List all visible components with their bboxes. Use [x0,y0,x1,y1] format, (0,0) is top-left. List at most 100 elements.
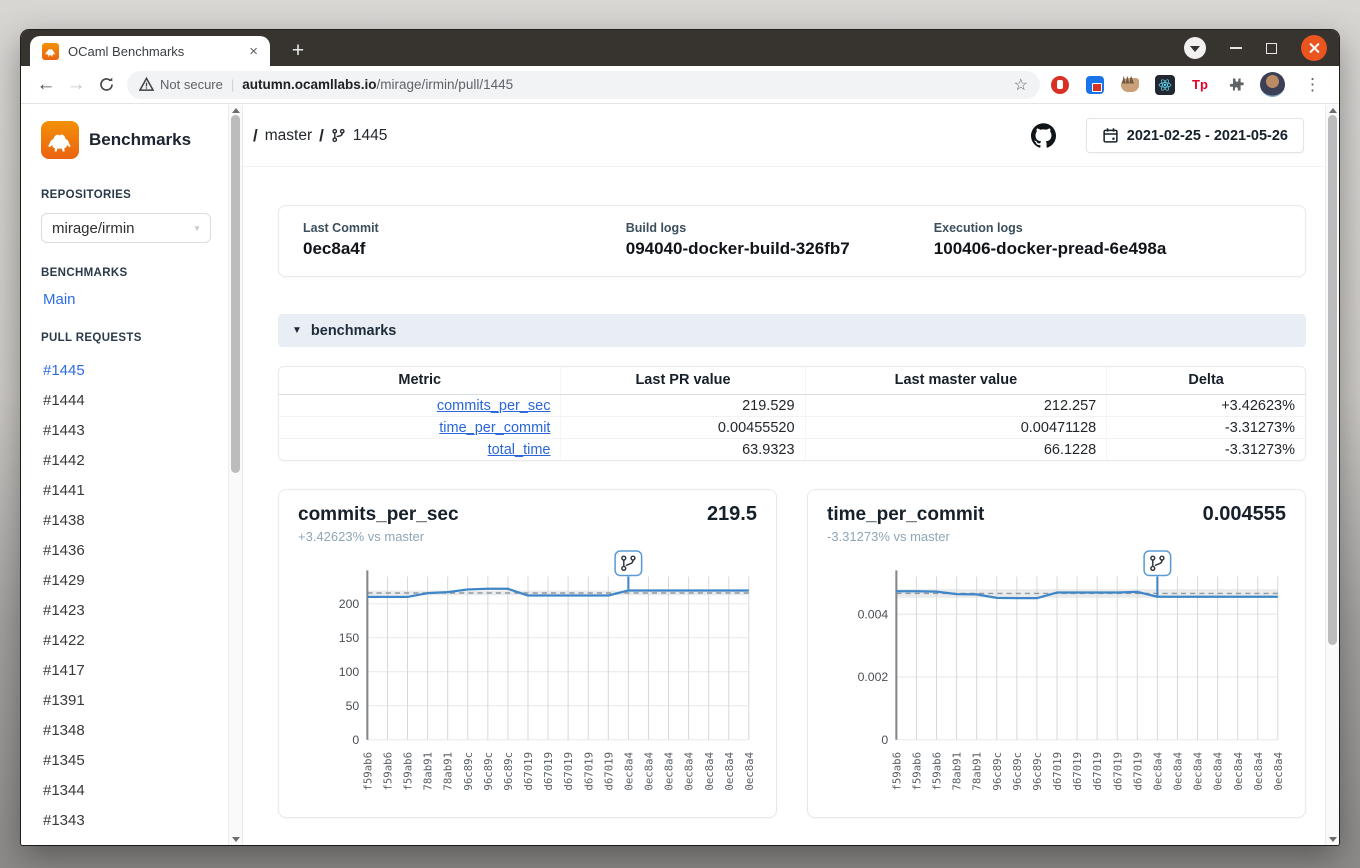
url-separator: | [231,77,234,92]
profile-avatar[interactable] [1260,72,1285,97]
refresh-button[interactable] [91,74,121,96]
not-secure-label[interactable]: Not secure [160,77,223,92]
chevron-down-icon: ▼ [193,224,201,233]
metrics-table-body: commits_per_sec219.529212.257+3.42623%ti… [279,395,1305,461]
browser-window: OCaml Benchmarks × + ← → Not secure | au… [21,30,1339,845]
forward-button[interactable]: → [61,74,91,96]
svg-text:96c89c: 96c89c [1011,752,1024,791]
scroll-up-icon[interactable] [232,108,240,113]
svg-text:d67019: d67019 [602,752,615,791]
metric-link-total_time[interactable]: total_time [488,442,551,458]
svg-text:0: 0 [881,733,888,747]
new-tab-button[interactable]: + [283,36,313,66]
benchmarks-section-label: BENCHMARKS [41,267,216,279]
svg-text:78ab91: 78ab91 [442,752,455,791]
charts-row: commits_per_sec 219.5 +3.42623% vs maste… [278,489,1306,818]
metric-link-commits_per_sec[interactable]: commits_per_sec [437,398,551,414]
execution-logs-label: Execution logs [934,221,1281,235]
close-button[interactable] [1301,35,1327,61]
adblock-extension-icon[interactable] [1051,76,1069,94]
last-commit-block: Last Commit 0ec8a4f [303,221,626,259]
svg-text:f59ab6: f59ab6 [402,752,415,791]
sidebar-item-pr-1438[interactable]: #1438 [43,506,216,536]
breadcrumb-slash: / [319,126,324,146]
line-chart-time-per-commit[interactable]: 00.0020.004f59ab6f59ab6f59ab678ab9178ab9… [827,550,1286,813]
header-actions: 2021-02-25 - 2021-05-26 [1031,118,1304,153]
sidebar-scrollbar[interactable] [228,105,242,845]
browser-tab[interactable]: OCaml Benchmarks × [30,36,270,66]
svg-text:f59ab6: f59ab6 [890,752,903,791]
table-header: Metric [279,367,561,395]
sidebar-item-pr-1343[interactable]: #1343 [43,806,216,836]
table-cell: 63.9323 [561,439,805,461]
tab-close-icon[interactable]: × [247,43,260,60]
sidebar-item-pr-1417[interactable]: #1417 [43,656,216,686]
svg-text:0ec8a4: 0ec8a4 [663,752,676,791]
line-chart-commits-per-sec[interactable]: 050100150200f59ab6f59ab6f59ab678ab9178ab… [298,550,757,813]
collapse-triangle-icon: ▼ [292,325,302,336]
sidebar-scrollbar-thumb[interactable] [231,115,240,473]
svg-text:d67019: d67019 [1071,752,1084,791]
not-secure-warning-icon [139,77,154,92]
url-text[interactable]: autumn.ocamllabs.io/mirage/irmin/pull/14… [242,77,1005,92]
svg-text:0.002: 0.002 [858,670,889,684]
scroll-down-icon[interactable] [1329,837,1337,842]
svg-text:0ec8a4: 0ec8a4 [622,752,635,791]
sidebar-item-pr-1342[interactable]: #1342 [43,836,216,845]
metric-link-time_per_commit[interactable]: time_per_commit [439,420,550,436]
tab-search-icon[interactable] [1184,37,1206,59]
benchmarks-collapse-header[interactable]: ▼ benchmarks [278,314,1306,347]
sidebar-item-pr-1444[interactable]: #1444 [43,386,216,416]
browser-menu-icon[interactable]: ⋮ [1300,75,1325,95]
page-scrollbar-thumb[interactable] [1328,115,1337,645]
extensions-puzzle-icon[interactable] [1225,75,1245,95]
window-titlebar[interactable]: OCaml Benchmarks × + [21,30,1339,66]
sidebar-item-pr-1423[interactable]: #1423 [43,596,216,626]
benchmarks-section-title: benchmarks [311,323,396,339]
svg-text:d67019: d67019 [1091,752,1104,791]
metrics-table-header-row: MetricLast PR valueLast master valueDelt… [279,367,1305,395]
scroll-down-icon[interactable] [232,837,240,842]
minimize-button[interactable] [1230,47,1242,49]
sidebar-item-main[interactable]: Main [43,291,216,308]
table-cell: 0.00471128 [805,417,1107,439]
scroll-up-icon[interactable] [1329,108,1337,113]
svg-text:f59ab6: f59ab6 [382,752,395,791]
tp-extension-icon[interactable]: Tp [1190,75,1210,95]
app-brand[interactable]: Benchmarks [41,121,216,159]
svg-text:0ec8a4: 0ec8a4 [1172,752,1185,791]
date-range-picker[interactable]: 2021-02-25 - 2021-05-26 [1086,118,1304,153]
breadcrumb-slash: / [253,126,258,146]
sidebar-item-pr-1443[interactable]: #1443 [43,416,216,446]
sidebar-item-pr-1391[interactable]: #1391 [43,686,216,716]
svg-text:78ab91: 78ab91 [971,752,984,791]
svg-text:0ec8a4: 0ec8a4 [723,752,736,791]
sidebar-item-pr-1429[interactable]: #1429 [43,566,216,596]
react-devtools-extension-icon[interactable] [1155,75,1175,95]
page-scrollbar[interactable] [1325,105,1339,845]
sidebar-item-pr-1422[interactable]: #1422 [43,626,216,656]
github-icon[interactable] [1031,123,1056,148]
sidebar-item-pr-1442[interactable]: #1442 [43,446,216,476]
svg-text:78ab91: 78ab91 [951,752,964,791]
maximize-button[interactable] [1266,43,1277,54]
hedgehog-extension-icon[interactable] [1121,78,1139,92]
breadcrumb-branch[interactable]: master [265,127,312,145]
repository-select[interactable]: mirage/irmin ▼ [41,213,211,243]
svg-text:0ec8a4: 0ec8a4 [703,752,716,791]
sidebar-item-pr-1436[interactable]: #1436 [43,536,216,566]
back-button[interactable]: ← [31,74,61,96]
sidebar-item-pr-1441[interactable]: #1441 [43,476,216,506]
sidebar-item-pr-1445[interactable]: #1445 [43,356,216,386]
url-bar[interactable]: Not secure | autumn.ocamllabs.io/mirage/… [127,71,1040,99]
chart-current-value: 0.004555 [1203,503,1286,526]
privacy-extension-icon[interactable] [1086,76,1104,94]
sidebar-item-pr-1348[interactable]: #1348 [43,716,216,746]
sidebar-item-pr-1344[interactable]: #1344 [43,776,216,806]
svg-text:96c89c: 96c89c [502,752,515,791]
sidebar-item-pr-1345[interactable]: #1345 [43,746,216,776]
calendar-icon [1102,127,1119,144]
main-content: / master / 1445 2021-02-25 - 2021-05-26 [243,105,1339,845]
breadcrumb-pr-number[interactable]: 1445 [353,127,387,145]
bookmark-star-icon[interactable]: ☆ [1014,75,1028,95]
